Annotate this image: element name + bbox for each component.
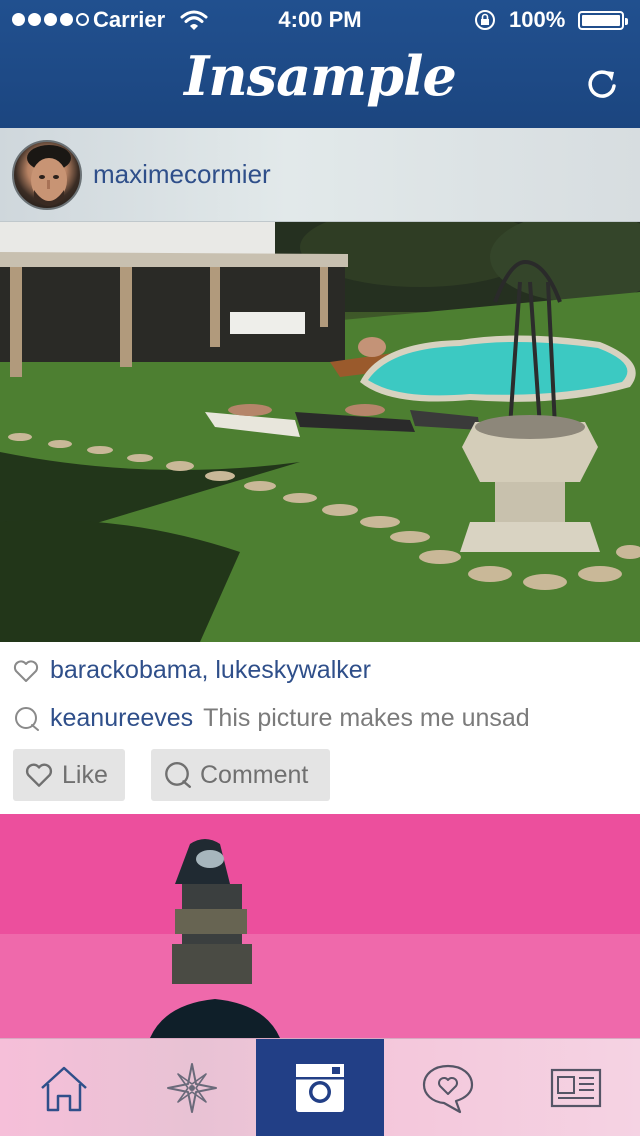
tab-home[interactable]: [0, 1039, 128, 1136]
tab-camera[interactable]: [256, 1039, 384, 1136]
comment-text: This picture makes me unsad: [203, 704, 530, 732]
app-title: Insample: [184, 44, 457, 108]
battery-percent: 100%: [509, 7, 566, 32]
comment-button[interactable]: Comment: [151, 749, 330, 801]
header: Carrier 4:00 PM 100% Insample: [0, 0, 640, 128]
navbar: Insample: [0, 40, 640, 128]
refresh-icon[interactable]: [580, 62, 624, 106]
status-bar: Carrier 4:00 PM 100%: [0, 0, 640, 40]
heart-icon: [13, 659, 39, 682]
heart-icon: [25, 763, 53, 787]
newspaper-icon: [550, 1068, 602, 1108]
compass-icon: [167, 1063, 217, 1113]
like-button[interactable]: Like: [13, 749, 125, 801]
rotation-lock-icon: [475, 10, 495, 30]
tab-explore[interactable]: [128, 1039, 256, 1136]
post-photo[interactable]: [0, 222, 640, 642]
comment-bubble-icon: [165, 762, 192, 788]
battery-icon: [578, 11, 628, 30]
tab-activity[interactable]: [384, 1039, 512, 1136]
post-header: maximecormier: [0, 128, 640, 222]
post-meta: barackobama, lukeskywalker keanureeves T…: [0, 642, 640, 814]
heart-speech-bubble-icon: [422, 1064, 474, 1114]
likes-row: barackobama, lukeskywalker: [12, 656, 371, 685]
comment-username[interactable]: keanureeves: [50, 704, 193, 733]
comment-bubble-icon: [15, 706, 39, 731]
likes-list[interactable]: barackobama, lukeskywalker: [50, 656, 371, 685]
tab-news[interactable]: [512, 1039, 640, 1136]
tab-bar: [0, 1038, 640, 1136]
post-photo[interactable]: [0, 814, 640, 1038]
post-username[interactable]: maximecormier: [93, 159, 271, 190]
comment-row: keanureeves This picture makes me unsad: [12, 704, 530, 733]
home-icon: [41, 1066, 87, 1112]
camera-icon: [296, 1064, 344, 1112]
comment-button-label: Comment: [200, 760, 309, 789]
avatar[interactable]: [12, 140, 82, 210]
like-button-label: Like: [62, 760, 108, 789]
